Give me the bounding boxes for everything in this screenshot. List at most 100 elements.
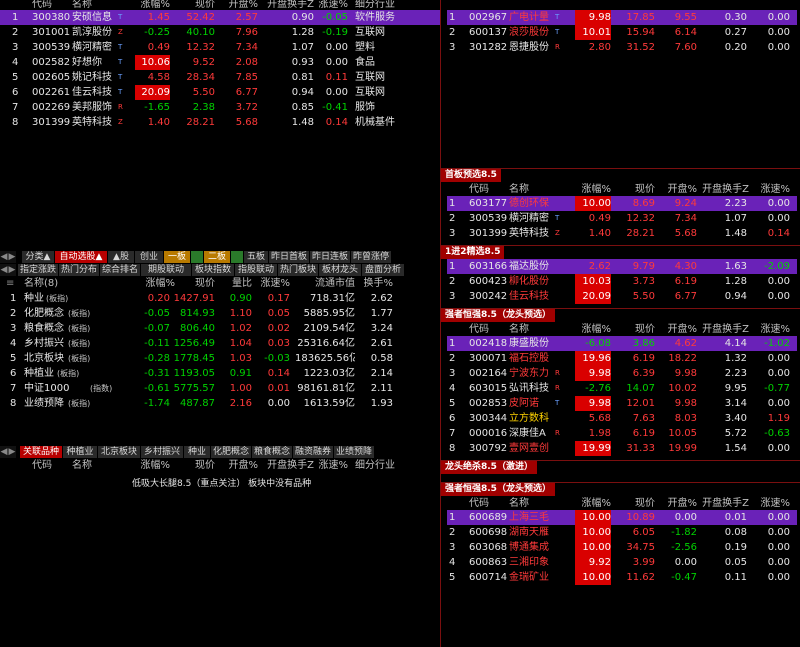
tab-item[interactable]: 昨日连板: [310, 251, 351, 263]
tab-item[interactable]: 二板: [204, 251, 231, 263]
sector-cap: 1223.03亿: [303, 368, 355, 379]
sector-row[interactable]: 6 种植业 (板指) -0.31 1193.05 0.91 0.14 1223.03亿 2.14: [0, 366, 440, 381]
stock-row[interactable]: 8 300792 壹网壹创 19.99 31.33 19.99 1.54 0.00: [447, 441, 797, 456]
tab-scroll-right-icon[interactable]: ▶: [8, 264, 17, 276]
tab-item[interactable]: 融资融券: [293, 446, 334, 458]
tab-item[interactable]: 板块指数: [192, 264, 235, 276]
stock-row[interactable]: 2 300071 福石控股 19.96 6.19 18.22 1.32 0.00: [447, 351, 797, 366]
tab-scroll-right-icon[interactable]: ▶: [8, 446, 17, 458]
stock-row[interactable]: 3 300242 佳云科技 20.09 5.50 6.77 0.94 0.00: [447, 289, 797, 304]
table-row[interactable]: 4 002582 好想你 T 10.06 9.52 2.08 0.93 0.00 食品: [0, 55, 440, 70]
table-row[interactable]: 3 300539 横河精密 T 0.49 12.32 7.34 1.07 0.00 塑料: [0, 40, 440, 55]
table-row[interactable]: 6 002261 佳云科技 T 20.09 5.50 6.77 0.94 0.00 互联网: [0, 85, 440, 100]
stock-row[interactable]: 2 600698 湖南天雁 10.00 6.05 -1.82 0.08 0.00: [447, 525, 797, 540]
tab-item[interactable]: 乡村振兴: [141, 446, 184, 458]
tab-item[interactable]: 热门板块: [278, 264, 319, 276]
stock-tag: T: [118, 73, 123, 81]
stock-row[interactable]: 2 600137 浪莎股份 T 10.01 15.94 6.14 0.27 0.00: [447, 25, 797, 40]
stock-row[interactable]: 5 600714 金瑞矿业 10.00 11.62 -0.47 0.11 0.00: [447, 570, 797, 585]
tab-item[interactable]: [231, 251, 244, 263]
tab-scroll-right-icon[interactable]: ▶: [8, 251, 17, 263]
tab-item[interactable]: 一板: [164, 251, 191, 263]
sector-price: 1193.05: [173, 368, 215, 379]
stock-row[interactable]: 4 600863 三湘印象 9.92 3.99 0.00 0.05 0.00: [447, 555, 797, 570]
tab-item[interactable]: 五板: [244, 251, 269, 263]
section-title[interactable]: 龙头绝杀8.5（激进）: [441, 461, 537, 474]
turnover-value: 1.07: [724, 213, 747, 224]
stock-row[interactable]: 2 600423 柳化股份 10.03 3.73 6.19 1.28 0.00: [447, 274, 797, 289]
col-sector-speed: 涨速%: [260, 278, 290, 289]
sector-speed: 0.17: [267, 293, 290, 304]
stock-row[interactable]: 7 000016 深康佳A R 1.98 6.19 10.05 5.72 -0.63: [447, 426, 797, 441]
tab-item[interactable]: 业绩预降: [334, 446, 375, 458]
tab-item[interactable]: 盘面分析: [362, 264, 405, 276]
turnover-value: 2.23: [724, 368, 747, 379]
stock-name: 金瑞矿业: [509, 572, 549, 583]
stock-row[interactable]: 4 603015 弘讯科技 R -2.76 14.07 10.02 9.95 -0.77: [447, 381, 797, 396]
tab-item[interactable]: 昨曾涨停: [351, 251, 392, 263]
sector-row[interactable]: 2 化肥概念 (板指) -0.05 814.93 1.10 0.05 5885.95亿 1.77: [0, 306, 440, 321]
tab-item[interactable]: 板材龙头: [319, 264, 362, 276]
change-value: 9.98: [575, 366, 611, 381]
tab-item[interactable]: 化肥概念: [211, 446, 252, 458]
speed-value: 0.00: [767, 572, 790, 583]
tab-item[interactable]: [191, 251, 204, 263]
sector-row[interactable]: 8 业绩预降 (板指) -1.74 487.87 2.16 0.00 1613.59亿 1.93: [0, 396, 440, 411]
tab-item[interactable]: 综合排名: [100, 264, 141, 276]
stock-row[interactable]: 1 002967 广电计量 T 9.98 17.85 9.55 0.30 0.00: [447, 10, 797, 25]
sector-speed: 0.03: [267, 338, 290, 349]
sector-row[interactable]: 7 中证1000 (指数) -0.61 5775.57 1.00 0.01 98161.81亿…: [0, 381, 440, 396]
section-title[interactable]: 强者恒强8.5（龙头预选）: [441, 483, 555, 496]
sector-volratio: 1.02: [229, 323, 252, 334]
sector-row[interactable]: 3 粮食概念 (板指) -0.07 806.40 1.02 0.02 2109.54亿 3.24: [0, 321, 440, 336]
tab-item[interactable]: 创业: [135, 251, 164, 263]
section-title[interactable]: 首板预选8.5: [441, 169, 501, 182]
tab-item[interactable]: 粮食概念: [252, 446, 293, 458]
col-price: 现价: [195, 460, 215, 471]
tab-item[interactable]: 指股联动: [235, 264, 278, 276]
industry-value: 互联网: [355, 87, 385, 98]
sector-row[interactable]: 4 乡村振兴 (板指) -0.11 1256.49 1.04 0.03 25316.64亿 2.…: [0, 336, 440, 351]
table-row[interactable]: 8 301399 英特科技 Z 1.40 28.21 5.68 1.48 0.14 机械基件: [0, 115, 440, 130]
tab-item[interactable]: ▲股: [108, 251, 135, 263]
open-value: 6.77: [674, 291, 697, 302]
sector-row[interactable]: 5 北京板块 (板指) -0.28 1778.45 1.03 -0.03 183625.56亿…: [0, 351, 440, 366]
tab-item[interactable]: 热门分布: [59, 264, 100, 276]
tab-item[interactable]: 关联品种: [20, 446, 63, 458]
stock-row[interactable]: 3 301282 恩捷股份 R 2.80 31.52 7.60 0.20 0.00: [447, 40, 797, 55]
stock-row[interactable]: 3 002164 宁波东力 R 9.98 6.39 9.98 2.23 0.00: [447, 366, 797, 381]
stock-row[interactable]: 2 300539 横河精密 T 0.49 12.32 7.34 1.07 0.00: [447, 211, 797, 226]
sector-turnover: 2.11: [370, 383, 393, 394]
table-row[interactable]: 5 002605 姚记科技 T 4.58 28.34 7.85 0.81 0.11 互联网: [0, 70, 440, 85]
stock-row[interactable]: 3 301399 英特科技 Z 1.40 28.21 5.68 1.48 0.14: [447, 226, 797, 241]
sector-row[interactable]: 1 种业 (板指) 0.20 1427.91 0.90 0.17 718.31亿 2.62: [0, 291, 440, 306]
section-title[interactable]: 1进2精选8.5: [441, 246, 505, 259]
section-title[interactable]: 强者恒强8.5（龙头预选）: [441, 309, 555, 322]
open-value: 7.85: [235, 72, 258, 83]
stock-row[interactable]: 6 300344 立方数科 5.68 7.63 8.03 3.40 1.19: [447, 411, 797, 426]
stock-row[interactable]: 1 603166 福达股份 2.62 9.79 4.30 1.63 -2.09: [447, 259, 797, 274]
open-value: 2.57: [235, 12, 258, 23]
tab-item[interactable]: 种植业: [63, 446, 98, 458]
stock-code: 603068: [469, 542, 508, 553]
stock-row[interactable]: 1 603177 德创环保 10.00 8.69 9.24 2.23 0.00: [447, 196, 797, 211]
tab-item[interactable]: 自动选股▲: [55, 251, 108, 263]
stock-row[interactable]: 1 002418 康盛股份 -6.08 3.86 4.62 4.14 -1.02: [447, 336, 797, 351]
list-icon: ≡: [6, 278, 15, 289]
stock-tag: T: [555, 28, 560, 36]
row-index: 4: [449, 557, 456, 568]
sector-speed: 0.02: [267, 323, 290, 334]
change-value: 10.00: [575, 525, 611, 540]
tab-item[interactable]: 分类▲: [22, 251, 55, 263]
stock-row[interactable]: 5 002853 皮阿诺 T 9.98 12.01 9.98 3.14 0.00: [447, 396, 797, 411]
tab-item[interactable]: 昨日首板: [269, 251, 310, 263]
tab-item[interactable]: 北京板块: [98, 446, 141, 458]
table-row[interactable]: 1 300380 安硕信息 T 1.45 52.42 2.57 0.90 -0.05 软件服务: [0, 10, 440, 25]
tab-item[interactable]: 期股联动: [141, 264, 192, 276]
table-row[interactable]: 7 002269 美邦服饰 R -1.65 2.38 3.72 0.85 -0.41 服饰: [0, 100, 440, 115]
stock-row[interactable]: 1 600689 上海三毛 10.00 10.89 0.00 0.01 0.00: [447, 510, 797, 525]
stock-row[interactable]: 3 603068 博通集成 10.00 34.75 -2.56 0.19 0.00: [447, 540, 797, 555]
tab-item[interactable]: 种业: [184, 446, 211, 458]
tab-item[interactable]: 指定涨跌: [18, 264, 59, 276]
table-row[interactable]: 2 301001 凯淳股份 Z -0.25 40.10 7.96 1.28 -0.19 互联网: [0, 25, 440, 40]
